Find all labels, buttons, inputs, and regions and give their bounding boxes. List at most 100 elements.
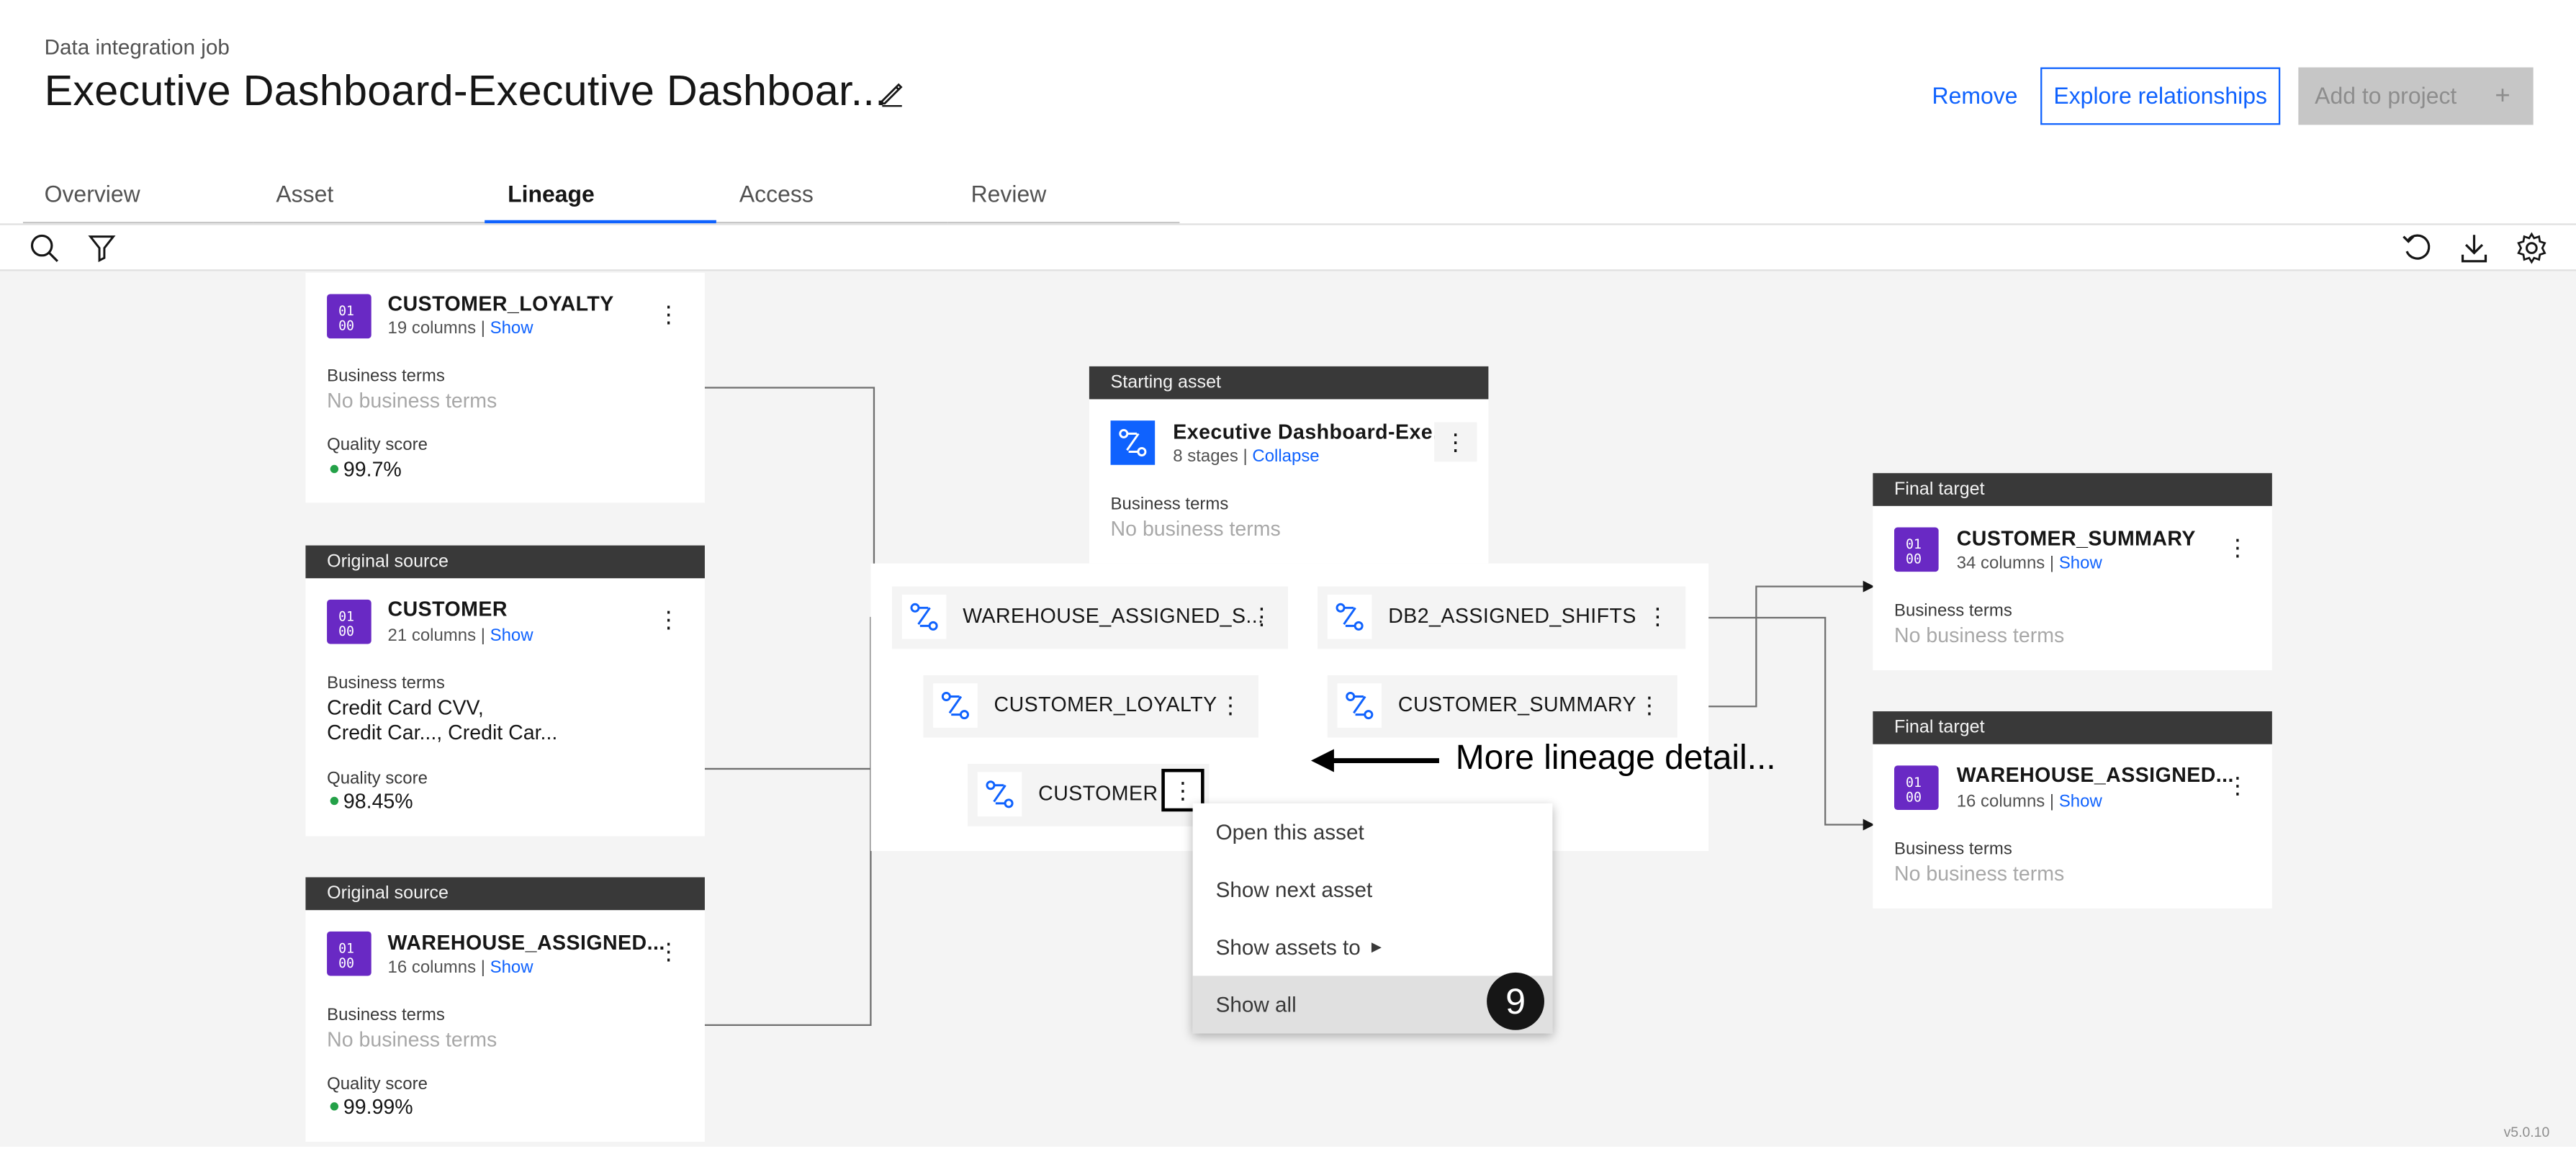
quality-dot-icon bbox=[330, 464, 339, 474]
source-card-customer-loyalty[interactable]: 01 00 CUSTOMER_LOYALTY 19 columns | Show … bbox=[305, 272, 705, 503]
overflow-menu-icon[interactable]: ⋮ bbox=[1251, 605, 1274, 628]
business-terms-label: Business terms bbox=[1110, 494, 1229, 515]
quality-score: 98.45% bbox=[330, 790, 413, 814]
show-columns-link[interactable]: Show bbox=[490, 958, 533, 977]
table-icon: 01 00 bbox=[327, 931, 371, 976]
source-card-warehouse-assigned[interactable]: Original source 01 00 WAREHOUSE_ASSIGNED.… bbox=[305, 877, 705, 1142]
menu-item-show-assets-to[interactable]: Show assets to ▶ bbox=[1193, 919, 1553, 976]
stage-icon bbox=[1327, 595, 1372, 639]
overflow-menu-icon[interactable]: ⋮ bbox=[1434, 422, 1477, 462]
annotation-arrow-icon bbox=[1310, 749, 1439, 772]
stage-name: CUSTOMER_SUMMARY bbox=[1397, 693, 1637, 716]
asset-name: CUSTOMER_LOYALTY bbox=[387, 292, 614, 316]
annotation-text: More lineage detail... bbox=[1455, 739, 1776, 778]
source-card-customer[interactable]: Original source 01 00 CUSTOMER 21 columns… bbox=[305, 545, 705, 837]
column-count: 19 columns | Show bbox=[388, 319, 533, 338]
business-term-line-2: Credit Car..., Credit Car... bbox=[327, 721, 558, 744]
column-count-text: 16 columns | bbox=[387, 958, 485, 978]
overflow-menu-icon[interactable]: ⋮ bbox=[1219, 693, 1242, 716]
business-terms-value: No business terms bbox=[327, 1028, 497, 1052]
caret-right-icon: ▶ bbox=[1371, 940, 1382, 955]
version-label: v5.0.10 bbox=[2503, 1123, 2550, 1140]
svg-text:01: 01 bbox=[1906, 537, 1922, 552]
business-terms-value: No business terms bbox=[1110, 517, 1281, 541]
overflow-menu-icon[interactable]: ⋮ bbox=[2225, 774, 2251, 801]
stage-node-customer-summary[interactable]: CUSTOMER_SUMMARY ⋮ bbox=[1327, 675, 1677, 738]
svg-text:00: 00 bbox=[338, 319, 354, 334]
quality-score-label: Quality score bbox=[327, 768, 428, 789]
svg-text:01: 01 bbox=[338, 304, 354, 319]
column-count-text: 21 columns | bbox=[387, 626, 485, 646]
overflow-menu-icon[interactable]: ⋮ bbox=[1646, 605, 1669, 628]
svg-text:00: 00 bbox=[338, 624, 354, 639]
menu-item-show-assets-to-label: Show assets to bbox=[1215, 934, 1361, 960]
quality-score: 99.7% bbox=[330, 459, 402, 482]
stage-node-db2-assigned-shifts[interactable]: DB2_ASSIGNED_SHIFTS ⋮ bbox=[1318, 586, 1686, 649]
business-terms-label: Business terms bbox=[327, 1005, 445, 1025]
quality-score-label: Quality score bbox=[327, 435, 428, 456]
quality-dot-icon bbox=[330, 796, 339, 806]
card-header: Final target bbox=[1873, 711, 2272, 744]
overflow-menu-icon[interactable]: ⋮ bbox=[655, 302, 682, 329]
business-terms-label: Business terms bbox=[1894, 601, 2012, 621]
svg-text:01: 01 bbox=[1906, 775, 1922, 790]
card-header: Final target bbox=[1873, 473, 2272, 506]
stage-name: CUSTOMER bbox=[1038, 782, 1158, 806]
quality-score-value: 99.7% bbox=[343, 458, 402, 482]
show-columns-link[interactable]: Show bbox=[2059, 554, 2102, 573]
svg-text:00: 00 bbox=[1906, 790, 1922, 806]
stage-node-customer[interactable]: CUSTOMER ⋮ bbox=[968, 764, 1210, 826]
asset-name: Executive Dashboard-Exe... bbox=[1173, 420, 1451, 444]
overflow-menu-icon[interactable]: ⋮ bbox=[2225, 536, 2251, 562]
target-card-warehouse-assigned[interactable]: Final target 01 00 WAREHOUSE_ASSIGNED... … bbox=[1873, 711, 2272, 909]
step-badge: 9 bbox=[1487, 972, 1544, 1030]
menu-item-show-next-asset[interactable]: Show next asset bbox=[1193, 861, 1553, 919]
overflow-menu-icon[interactable]: ⋮ bbox=[655, 608, 682, 634]
collapse-link[interactable]: Collapse bbox=[1252, 447, 1319, 467]
quality-score-value: 99.99% bbox=[343, 1096, 413, 1119]
svg-text:01: 01 bbox=[338, 941, 354, 956]
business-terms-value: No business terms bbox=[327, 389, 497, 413]
business-terms-label: Business terms bbox=[327, 673, 445, 693]
menu-item-open-asset[interactable]: Open this asset bbox=[1193, 803, 1553, 861]
stage-node-customer-loyalty[interactable]: CUSTOMER_LOYALTY ⋮ bbox=[923, 675, 1258, 738]
business-term-line-1: Credit Card CVV, bbox=[327, 696, 484, 720]
stage-count: 8 stages | Collapse bbox=[1173, 447, 1319, 467]
stage-name: DB2_ASSIGNED_SHIFTS bbox=[1388, 604, 1636, 628]
quality-score-value: 98.45% bbox=[343, 790, 413, 814]
column-count: 34 columns | Show bbox=[1957, 554, 2102, 573]
column-count: 16 columns | Show bbox=[1957, 792, 2102, 811]
asset-name: WAREHOUSE_ASSIGNED... bbox=[387, 931, 665, 955]
column-count: 21 columns | Show bbox=[388, 626, 533, 645]
stage-name: WAREHOUSE_ASSIGNED_S... bbox=[963, 604, 1264, 628]
svg-text:00: 00 bbox=[1906, 552, 1922, 567]
data-job-icon bbox=[1110, 420, 1156, 465]
overflow-menu-icon[interactable]: ⋮ bbox=[1638, 693, 1661, 716]
stage-icon bbox=[977, 772, 1022, 817]
column-count-text: 16 columns | bbox=[1956, 791, 2055, 812]
show-columns-link[interactable]: Show bbox=[490, 319, 533, 338]
target-card-customer-summary[interactable]: Final target 01 00 CUSTOMER_SUMMARY 34 co… bbox=[1873, 473, 2272, 671]
stage-node-warehouse-assigned[interactable]: WAREHOUSE_ASSIGNED_S... ⋮ bbox=[892, 586, 1289, 649]
table-icon: 01 00 bbox=[327, 294, 371, 339]
asset-name: WAREHOUSE_ASSIGNED... bbox=[1956, 764, 2234, 788]
quality-score: 99.99% bbox=[330, 1096, 413, 1119]
svg-text:01: 01 bbox=[338, 610, 354, 625]
show-columns-link[interactable]: Show bbox=[2059, 792, 2102, 811]
business-terms-label: Business terms bbox=[327, 366, 445, 387]
stage-name: CUSTOMER_LOYALTY bbox=[994, 693, 1217, 716]
asset-name: CUSTOMER bbox=[387, 598, 508, 621]
table-icon: 01 00 bbox=[1894, 765, 1939, 810]
stage-count-text: 8 stages | bbox=[1173, 446, 1248, 467]
business-terms-value: No business terms bbox=[1894, 624, 2065, 648]
business-terms-value: No business terms bbox=[1894, 862, 2065, 886]
card-header: Starting asset bbox=[1089, 366, 1489, 400]
starting-asset-card[interactable]: Starting asset Executive Dashboard-Exe..… bbox=[1089, 366, 1489, 564]
stage-icon bbox=[933, 683, 978, 728]
overflow-menu-icon[interactable]: ⋮ bbox=[655, 940, 682, 966]
show-columns-link[interactable]: Show bbox=[490, 626, 533, 645]
card-header: Original source bbox=[305, 545, 705, 579]
table-icon: 01 00 bbox=[327, 599, 371, 644]
quality-dot-icon bbox=[330, 1102, 339, 1111]
card-header: Original source bbox=[305, 877, 705, 911]
